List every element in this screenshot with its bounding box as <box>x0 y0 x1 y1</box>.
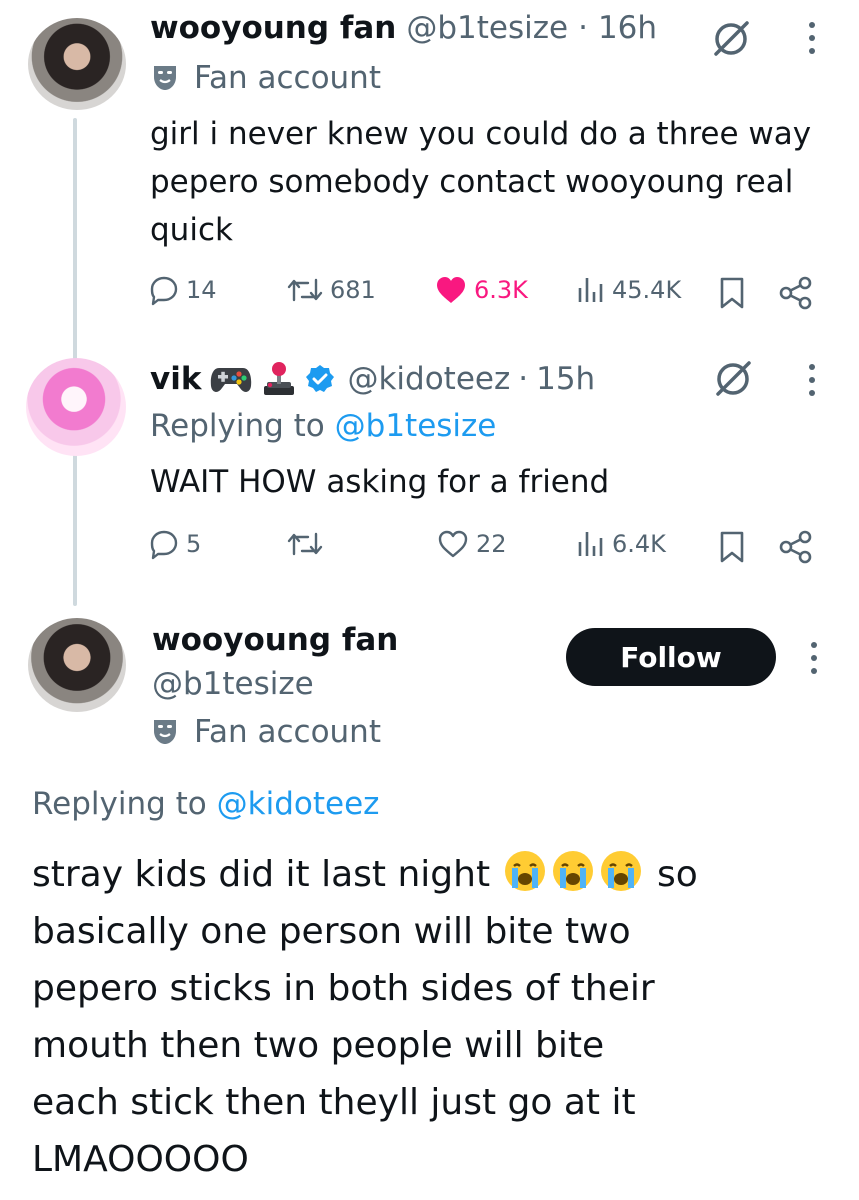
reply-icon <box>148 274 180 306</box>
text-line: mouth then two people will bite <box>32 1025 605 1066</box>
display-name[interactable]: wooyoung fan <box>152 622 398 658</box>
video-game-emoji <box>209 362 253 396</box>
like-button[interactable]: 6.3K <box>434 274 528 306</box>
separator: · <box>518 361 529 397</box>
tweet-actions: 5 22 6.4K <box>148 528 828 568</box>
handle[interactable]: @b1tesize <box>406 10 568 46</box>
retweet-icon <box>286 528 324 560</box>
replying-to-label: Replying to <box>150 408 325 444</box>
handle[interactable]: @kidoteez <box>347 361 510 397</box>
tweet-text: girl i never knew you could do a three w… <box>150 116 812 248</box>
retweet-button[interactable] <box>286 528 330 560</box>
share-icon[interactable] <box>778 530 814 564</box>
more-options-icon[interactable] <box>804 362 820 398</box>
loudly-crying-face-emoji <box>600 851 641 891</box>
replying-to: Replying to @b1tesize <box>150 408 496 444</box>
fan-account-badge: Fan account <box>150 714 381 750</box>
heart-filled-icon <box>434 274 468 306</box>
joystick-emoji <box>261 360 297 398</box>
theater-masks-icon <box>150 717 180 747</box>
reply-button[interactable]: 14 <box>148 274 217 306</box>
tweet-actions: 14 681 6.3K 45.4K <box>148 274 828 314</box>
avatar[interactable] <box>28 18 126 110</box>
more-options-icon[interactable] <box>806 640 822 676</box>
views-count: 45.4K <box>612 276 682 304</box>
avatar[interactable] <box>26 358 126 456</box>
views-button[interactable]: 6.4K <box>576 528 666 560</box>
retweet-button[interactable]: 681 <box>286 274 376 306</box>
tweet-text: WAIT HOW asking for a friend <box>150 464 610 500</box>
retweet-count: 681 <box>330 276 376 304</box>
reply-button[interactable]: 5 <box>148 528 201 560</box>
reply-count: 5 <box>186 530 202 558</box>
retweet-icon <box>286 274 324 306</box>
display-name[interactable]: wooyoung fan <box>150 10 396 46</box>
display-name[interactable]: vik <box>150 361 201 397</box>
crying-emojis <box>502 851 657 895</box>
text-line: basically one person will bite two <box>32 911 631 952</box>
views-count: 6.4K <box>612 530 666 558</box>
loudly-crying-face-emoji <box>504 851 545 891</box>
handle[interactable]: @b1tesize <box>152 666 314 702</box>
timestamp[interactable]: 16h <box>598 10 657 46</box>
avatar[interactable] <box>28 618 126 712</box>
grok-icon[interactable] <box>712 358 754 400</box>
tweet-header: vik @kidoteez · 15h <box>150 360 595 398</box>
follow-button[interactable]: Follow <box>566 628 776 686</box>
replying-to-label: Replying to <box>32 786 207 822</box>
more-options-icon[interactable] <box>804 20 820 56</box>
timestamp[interactable]: 15h <box>536 361 595 397</box>
tweet-header: wooyoung fan @b1tesize · 16h <box>150 10 657 46</box>
bookmark-icon[interactable] <box>718 530 746 564</box>
reply-count: 14 <box>186 276 217 304</box>
like-count: 22 <box>476 530 507 558</box>
text-part: so <box>656 854 698 895</box>
theater-masks-icon <box>150 63 180 93</box>
replying-to-handle[interactable]: @kidoteez <box>217 786 380 822</box>
like-button[interactable]: 22 <box>436 528 507 560</box>
loudly-crying-face-emoji <box>552 851 593 891</box>
fan-account-label: Fan account <box>194 60 381 96</box>
views-icon <box>576 274 606 306</box>
views-button[interactable]: 45.4K <box>576 274 681 306</box>
text-line: pepero sticks in both sides of their <box>32 968 655 1009</box>
verified-badge-icon <box>305 364 335 394</box>
reply-icon <box>148 528 180 560</box>
separator: · <box>578 10 588 46</box>
share-icon[interactable] <box>778 276 814 310</box>
text-part: stray kids did it last night <box>32 854 491 895</box>
grok-icon[interactable] <box>710 18 752 60</box>
like-count: 6.3K <box>474 276 528 304</box>
tweet-text: stray kids did it last night so basicall… <box>32 846 832 1188</box>
bookmark-icon[interactable] <box>718 276 746 310</box>
views-icon <box>576 528 606 560</box>
replying-to-handle[interactable]: @b1tesize <box>335 408 497 444</box>
text-line: LMAOOOOO <box>32 1139 249 1180</box>
text-line: stray kids did it last night so <box>32 846 832 903</box>
fan-account-label: Fan account <box>194 714 381 750</box>
text-line: each stick then theyll just go at it <box>32 1082 636 1123</box>
replying-to: Replying to @kidoteez <box>32 786 379 822</box>
heart-outline-icon <box>436 528 470 560</box>
fan-account-badge: Fan account <box>150 60 381 96</box>
